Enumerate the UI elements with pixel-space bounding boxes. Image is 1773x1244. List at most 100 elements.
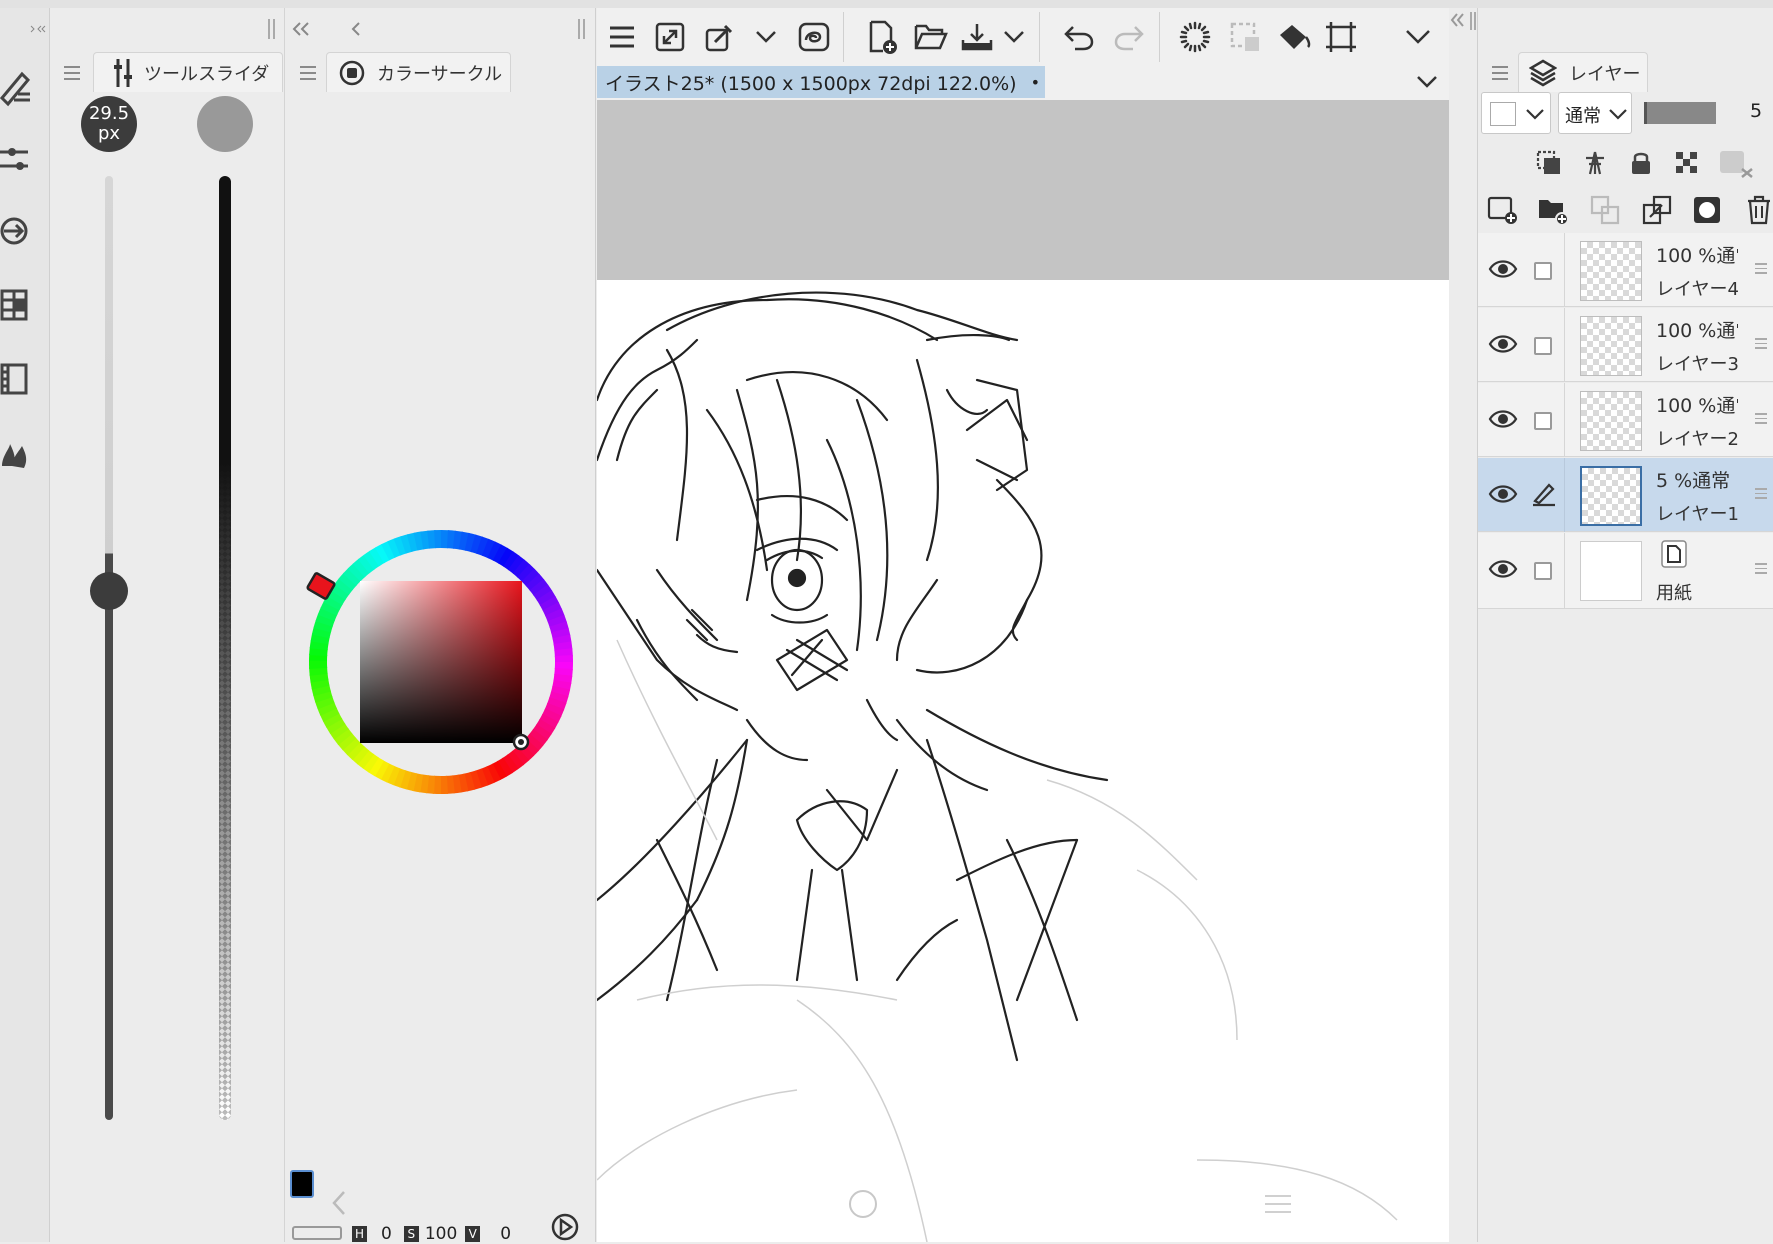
layer-name: レイヤー4	[1656, 275, 1739, 301]
layer-row[interactable]: 100 %通常 レイヤー4	[1478, 233, 1773, 307]
color-panel-menu-icon[interactable]	[300, 66, 316, 80]
layer-row[interactable]: 100 %通常 レイヤー3	[1478, 308, 1773, 382]
mask-visibility-icon[interactable]	[1716, 146, 1756, 180]
layer-select-checkbox[interactable]	[1534, 262, 1552, 280]
subtool-icon[interactable]	[0, 214, 34, 248]
eye-icon[interactable]	[1488, 482, 1518, 506]
selection-area-icon[interactable]	[1227, 20, 1263, 54]
pen-tool-icon[interactable]	[0, 68, 34, 108]
fill-icon[interactable]	[1275, 20, 1313, 54]
lock-transparency-icon[interactable]	[1672, 148, 1702, 178]
save-options-chevron-icon[interactable]	[1001, 24, 1027, 50]
collapse-arrow-icon[interactable]	[326, 1186, 354, 1220]
collapse-left-icon[interactable]	[286, 18, 320, 40]
brush-size-slider[interactable]	[105, 176, 113, 1120]
clear-selection-icon[interactable]	[1177, 20, 1213, 54]
layer-dock-edge	[1449, 8, 1477, 48]
eye-icon[interactable]	[1488, 257, 1518, 281]
layer-row[interactable]: 100 %通常 レイヤー2	[1478, 383, 1773, 457]
s-label: S	[404, 1226, 419, 1242]
layer-panel: レイヤー 通常 5	[1477, 8, 1773, 1242]
expand-chevron-icon[interactable]	[28, 14, 48, 44]
layer-opacity-mode: 100 %通常	[1656, 391, 1738, 418]
animation-icon[interactable]	[0, 362, 30, 396]
document-title: イラスト25* (1500 x 1500px 72dpi 122.0%)	[605, 69, 1017, 96]
layer-color-select[interactable]	[1481, 92, 1551, 134]
layer-name: レイヤー2	[1656, 425, 1739, 451]
v-value: 0	[500, 1224, 511, 1244]
layer-opacity-mode: 100 %通常	[1656, 241, 1738, 268]
blend-mode-select[interactable]: 通常	[1558, 92, 1632, 134]
drag-handle-icon[interactable]	[1755, 338, 1767, 352]
eye-icon[interactable]	[1488, 332, 1518, 356]
reference-layer-icon[interactable]	[1580, 148, 1610, 178]
transfer-to-lower-layer-icon[interactable]	[1588, 194, 1622, 226]
material-icon[interactable]	[0, 288, 30, 322]
main-color-swatch[interactable]	[290, 1170, 314, 1198]
layer-row-selected[interactable]: 5 %通常 レイヤー1	[1478, 458, 1773, 532]
chevron-down-icon[interactable]	[753, 24, 779, 50]
brush-size-slider-thumb[interactable]	[90, 572, 128, 610]
layer-opacity-mode: 5 %通常	[1656, 466, 1738, 493]
fit-screen-icon[interactable]	[653, 20, 687, 54]
layer-thumbnail	[1580, 241, 1642, 301]
tab-layer[interactable]: レイヤー	[1518, 52, 1648, 92]
redo-icon[interactable]	[1111, 20, 1147, 54]
layer-select-checkbox[interactable]	[1534, 412, 1552, 430]
open-folder-icon[interactable]	[913, 20, 949, 54]
eye-icon[interactable]	[1488, 557, 1518, 581]
new-file-icon[interactable]	[865, 18, 901, 56]
lock-layer-icon[interactable]	[1626, 148, 1656, 178]
new-raster-layer-icon[interactable]	[1486, 194, 1520, 226]
save-icon[interactable]	[959, 20, 995, 54]
brush-opacity-slider[interactable]	[219, 176, 231, 1120]
combine-layer-icon[interactable]	[1640, 194, 1674, 226]
panel-drag-handle-2[interactable]	[576, 18, 588, 40]
layer-select-checkbox[interactable]	[1534, 337, 1552, 355]
eye-icon[interactable]	[1488, 407, 1518, 431]
command-bar	[597, 8, 1449, 66]
undo-icon[interactable]	[1061, 20, 1097, 54]
brush-size-badge: 29.5 px	[81, 96, 137, 152]
clip-to-layer-below-icon[interactable]	[1534, 148, 1564, 178]
drag-handle-icon[interactable]	[1755, 563, 1767, 577]
back-chevron-icon[interactable]	[346, 18, 366, 40]
drag-handle-icon[interactable]	[1755, 263, 1767, 277]
smart-smoothing-icon[interactable]	[797, 20, 831, 54]
drawing-canvas[interactable]	[597, 280, 1449, 1242]
tool-slider-tab-label: ツールスライダ	[144, 60, 269, 86]
layer-opacity-slider[interactable]	[1644, 102, 1716, 124]
s-value: 100	[425, 1224, 457, 1244]
tab-color-circle[interactable]: カラーサークル	[326, 52, 511, 92]
panel-menu-icon[interactable]	[64, 66, 80, 80]
drag-handle-icon[interactable]	[1755, 413, 1767, 427]
more-commands-chevron-icon[interactable]	[1403, 24, 1433, 50]
layer-name: レイヤー1	[1656, 500, 1739, 526]
tab-tool-slider[interactable]: ツールスライダ	[93, 52, 283, 92]
main-menu-icon[interactable]	[605, 20, 639, 54]
color-mixing-icon[interactable]	[0, 438, 30, 472]
document-tab[interactable]: イラスト25* (1500 x 1500px 72dpi 122.0%) •	[597, 66, 1045, 98]
drag-handle-icon[interactable]	[1755, 488, 1767, 502]
transform-icon[interactable]	[1323, 20, 1359, 54]
paper-layer-row[interactable]: 用紙	[1478, 533, 1773, 609]
layer-thumbnail	[1580, 316, 1642, 376]
tool-property-icon[interactable]	[0, 142, 34, 176]
color-wheel[interactable]	[286, 500, 596, 820]
hsv-readout: H 0 S 100 V 0	[352, 1224, 511, 1244]
delete-layer-icon[interactable]	[1744, 194, 1773, 226]
new-folder-icon[interactable]	[1536, 194, 1570, 226]
pen-editing-icon	[1530, 480, 1558, 508]
top-strip	[0, 0, 1773, 8]
layers-icon	[1529, 59, 1557, 87]
eyedropper-icon[interactable]	[703, 20, 737, 54]
color-settings-icon[interactable]	[550, 1212, 580, 1242]
document-menu-chevron-icon[interactable]	[1412, 70, 1442, 94]
layer-mask-icon[interactable]	[1690, 194, 1724, 226]
layer-select-checkbox[interactable]	[1534, 562, 1552, 580]
line-art-drawing	[597, 280, 1449, 1242]
layer-panel-menu-icon[interactable]	[1492, 66, 1508, 80]
transparent-color-swatch[interactable]	[292, 1226, 342, 1240]
chevron-down-icon	[1607, 105, 1629, 123]
panel-drag-handle[interactable]	[266, 18, 278, 40]
